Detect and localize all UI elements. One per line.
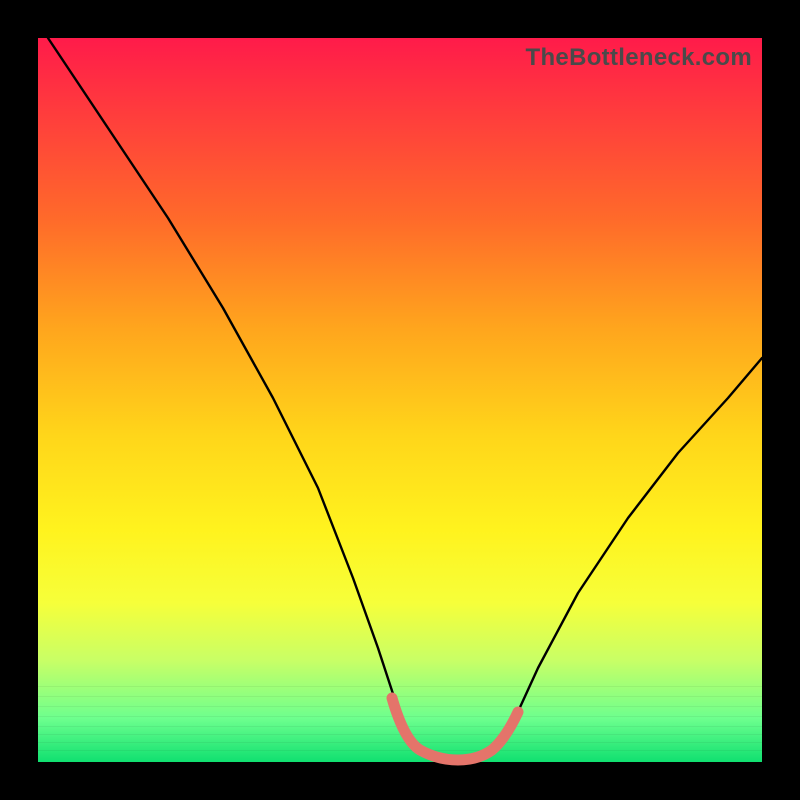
chart-plot-area: TheBottleneck.com	[38, 38, 762, 762]
bottleneck-curve-svg	[38, 38, 762, 762]
trough-highlight-path	[392, 698, 518, 760]
chart-frame: TheBottleneck.com	[0, 0, 800, 800]
bottleneck-curve-path	[48, 38, 762, 758]
watermark-text: TheBottleneck.com	[526, 44, 752, 72]
